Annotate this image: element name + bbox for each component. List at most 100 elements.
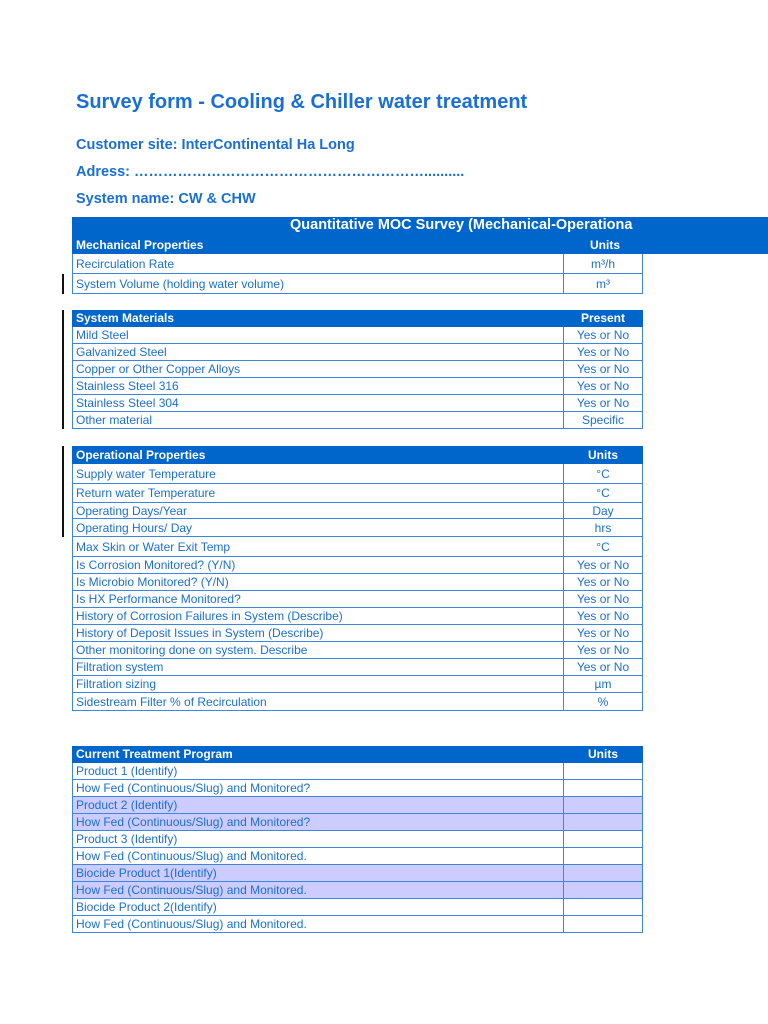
row-label: How Fed (Continuous/Slug) and Monitored? [76,815,311,829]
row-label: System Volume (holding water volume) [76,276,285,291]
row-label: Operational Properties [76,447,206,462]
row-label: How Fed (Continuous/Slug) and Monitored? [76,781,311,795]
unit-cell[interactable]: hrs [563,519,642,536]
table-row: How Fed (Continuous/Slug) and Monitored? [72,814,643,831]
table-row: Return water Temperature °C [72,484,643,503]
unit-cell[interactable]: m³ [563,274,642,293]
unit-cell[interactable] [563,763,642,779]
unit-cell[interactable] [563,882,642,898]
row-label: Recirculation Rate [76,256,175,271]
unit-cell[interactable]: % [563,693,642,710]
row-label: Filtration system [76,660,164,674]
table-row: Operating Days/Year Day [72,503,643,519]
unit-cell[interactable] [563,899,642,915]
unit-cell[interactable] [563,780,642,796]
section-table: Operational Properties Units Supply water … [72,446,643,711]
row-label: Mechanical Properties [76,237,204,252]
table-row: History of Deposit Issues in System (Des… [72,625,643,642]
table-row: Supply water Temperature °C [72,464,643,484]
unit-cell[interactable] [563,916,642,932]
table-row: Operating Hours/ Day hrs [72,519,643,537]
row-label: Filtration sizing [76,677,157,691]
row-label: Stainless Steel 316 [76,379,179,393]
table-row: Filtration system Yes or No [72,659,643,676]
row-label: Sidestream Filter % of Recirculation [76,694,267,709]
unit-cell[interactable]: Yes or No [563,659,642,675]
section-header: System Materials Present [72,310,643,327]
unit-cell[interactable] [563,831,642,847]
row-label: Operating Hours/ Day [76,520,193,535]
unit-cell[interactable]: °C [563,484,642,502]
row-label: Operating Days/Year [76,503,187,518]
table-row: History of Corrosion Failures in System … [72,608,643,625]
unit-cell[interactable]: Yes or No [563,378,642,394]
table-row: Filtration sizing µm [72,676,643,693]
table-row: Other material Specific [72,412,643,429]
table-row: Product 1 (Identify) [72,763,643,780]
banner-title: Quantitative MOC Survey (Mechanical-Oper… [290,217,633,233]
table-row: How Fed (Continuous/Slug) and Monitored. [72,848,643,865]
unit-cell[interactable]: Yes or No [563,557,642,573]
page-title: Survey form - Cooling & Chiller water tr… [76,91,528,113]
table-row: Galvanized Steel Yes or No [72,344,643,361]
section-header: Operational Properties Units [72,446,643,464]
row-label: Biocide Product 1(Identify) [76,866,217,880]
unit-cell[interactable] [563,797,642,813]
unit-cell[interactable]: °C [563,537,642,556]
table-row: Max Skin or Water Exit Temp °C [72,537,643,557]
unit-cell[interactable]: m³/h [563,254,642,273]
section-table: Mechanical Properties Units Recirculation … [72,236,768,294]
column-header: Units [590,237,620,252]
row-label: Is HX Performance Monitored? [76,592,241,606]
unit-cell[interactable]: Yes or No [563,625,642,641]
unit-cell[interactable]: Yes or No [563,395,642,411]
unit-cell[interactable] [563,814,642,830]
table-row: Product 2 (Identify) [72,797,643,814]
system-name: System name: CW & CHW [76,191,256,207]
row-label: How Fed (Continuous/Slug) and Monitored. [76,849,307,863]
row-label: Other monitoring done on system. Describ… [76,643,308,657]
column-header: Units [588,747,618,761]
unit-cell[interactable]: µm [563,676,642,692]
row-label: Copper or Other Copper Alloys [76,362,241,376]
table-row: Is HX Performance Monitored? Yes or No [72,591,643,608]
table-row: Recirculation Rate m³/h [72,254,643,274]
table-row: Sidestream Filter % of Recirculation% [72,693,643,711]
unit-cell[interactable]: Yes or No [563,591,642,607]
unit-cell[interactable]: Yes or No [563,327,642,343]
table-row: How Fed (Continuous/Slug) and Monitored? [72,780,643,797]
unit-cell[interactable]: Day [563,503,642,518]
row-label: Other material [76,413,153,427]
row-label: How Fed (Continuous/Slug) and Monitored. [76,917,307,931]
column-header: Present [580,311,626,325]
unit-cell[interactable]: Yes or No [563,574,642,590]
row-label: Product 1 (Identify) [76,764,178,778]
section-table: Current Treatment Program Units Product 1 … [72,746,643,933]
row-label: Max Skin or Water Exit Temp [76,539,231,554]
column-header: Units [588,447,618,462]
table-row: Stainless Steel 304 Yes or No [72,395,643,412]
row-label: Supply water Temperature [76,466,216,481]
row-label: Mild Steel [76,328,129,342]
section-header: Mechanical Properties Units [72,236,768,254]
row-label: Galvanized Steel [76,345,167,359]
row-label: Current Treatment Program [76,747,233,761]
table-row: How Fed (Continuous/Slug) and Monitored. [72,882,643,899]
table-row: Copper or Other Copper Alloys Yes or No [72,361,643,378]
unit-cell[interactable]: °C [563,464,642,483]
unit-cell[interactable]: Yes or No [563,344,642,360]
table-row: Is Corrosion Monitored? (Y/N) Yes or No [72,557,643,574]
cell-cursor-mark [62,274,64,294]
survey-page: Survey form - Cooling & Chiller water tr… [0,0,768,1024]
row-label: Return water Temperature [76,486,216,500]
unit-cell[interactable]: Yes or No [563,642,642,658]
unit-cell[interactable]: Specific [563,412,642,428]
unit-cell[interactable] [563,865,642,881]
cell-cursor-mark [62,310,64,429]
section-header: Current Treatment Program Units [72,746,643,763]
unit-cell[interactable]: Yes or No [563,608,642,624]
table-row: Biocide Product 1(Identify) [72,865,643,882]
unit-cell[interactable] [563,848,642,864]
table-row: Mild Steel Yes or No [72,327,643,344]
unit-cell[interactable]: Yes or No [563,361,642,377]
